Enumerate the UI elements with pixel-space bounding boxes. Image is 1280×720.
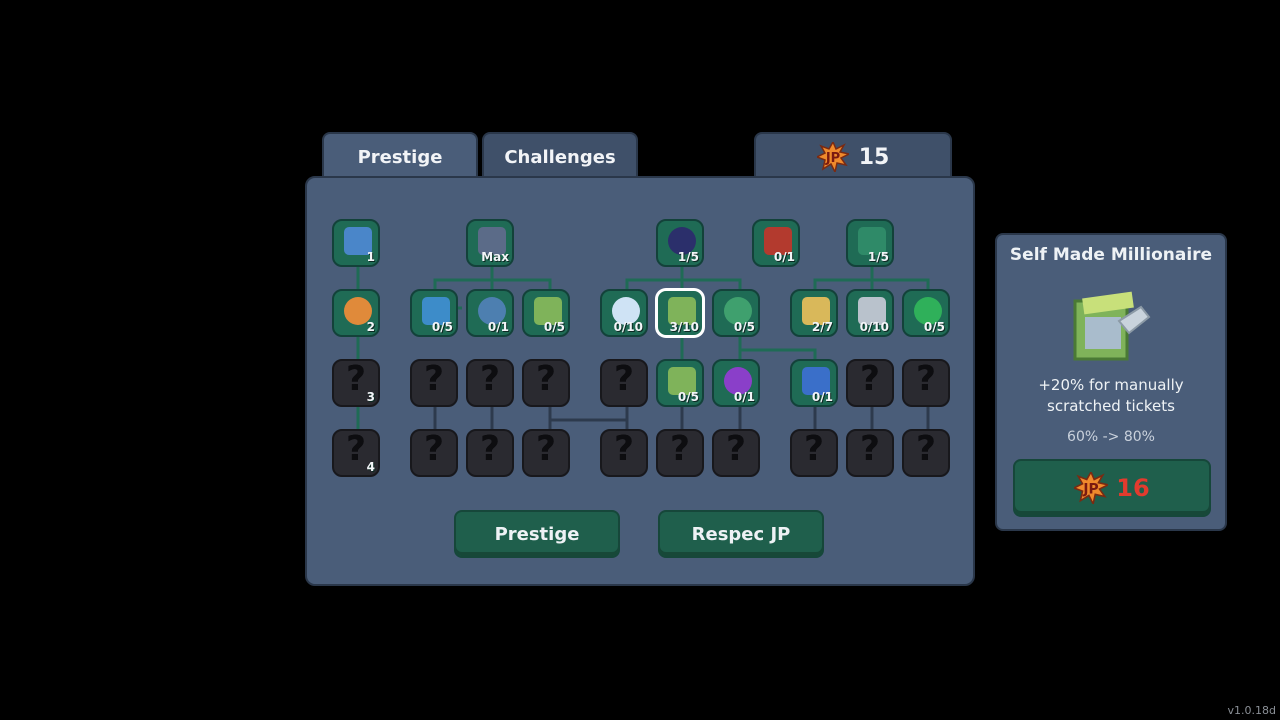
upgrade-node-clock-tier-2[interactable]: 2 [332,289,380,337]
question-mark-icon: ? [536,359,556,399]
tab-challenges[interactable]: Challenges [482,132,638,180]
locked-node[interactable]: ? [902,429,950,477]
upgrade-level: 2 [366,320,375,334]
upgrade-level: 0/5 [543,320,565,334]
question-mark-icon: ? [916,359,936,399]
question-mark-icon: ? [614,359,634,399]
locked-node[interactable]: ? [790,429,838,477]
upgrade-node-ticket-auto[interactable]: 0/5 [656,359,704,407]
jp-icon: JP [1074,472,1109,504]
upgrade-node-loot-bag[interactable]: 0/1 [790,359,838,407]
upgrade-node-shop[interactable]: 0/1 [752,219,800,267]
jp-icon: JP [816,142,849,172]
upgrade-level: 1 [366,250,375,264]
upgrade-node-moon[interactable]: 0/10 [600,289,648,337]
tab-prestige-label: Prestige [357,146,443,168]
version-label: v1.0.18d [1227,704,1276,717]
locked-node[interactable]: ? [600,429,648,477]
upgrade-node-jp-sparkle[interactable]: 1/5 [846,219,894,267]
upgrade-level: 4 [366,460,375,474]
upgrade-node-night-island[interactable]: 1/5 [656,219,704,267]
upgrade-level: 0/5 [733,320,755,334]
locked-node-tier-3[interactable]: ? 3 [332,359,380,407]
upgrade-node-globe[interactable]: 0/1 [466,289,514,337]
prestige-button-label: Prestige [494,523,580,545]
upgrade-node-ticket-tier-1[interactable]: 1 [332,219,380,267]
upgrade-level: 0/1 [811,390,833,404]
question-mark-icon: ? [726,429,746,469]
upgrade-description-line: +20% for manually [1038,376,1184,394]
locked-node[interactable]: ? [522,429,570,477]
locked-node[interactable]: ? [600,359,648,407]
question-mark-icon: ? [804,429,824,469]
question-mark-icon: ? [860,429,880,469]
respec-jp-button[interactable]: Respec JP [658,510,824,558]
upgrade-level: Max [481,250,509,264]
question-mark-icon: ? [480,429,500,469]
locked-node[interactable]: ? [846,429,894,477]
upgrade-description-line: scratched tickets [1047,397,1175,415]
upgrade-level: 0/5 [923,320,945,334]
locked-node-tier-4[interactable]: ? 4 [332,429,380,477]
scratch-ticket-icon [1073,291,1151,361]
upgrade-node-energy[interactable]: 0/5 [410,289,458,337]
upgrade-node-jackpot[interactable]: 2/7 [790,289,838,337]
upgrade-level: 0/1 [733,390,755,404]
question-mark-icon: ? [536,429,556,469]
upgrade-node-robot[interactable]: Max [466,219,514,267]
upgrade-level: 0/10 [613,320,643,334]
upgrade-value-change: 60% -> 80% [1067,429,1155,445]
upgrade-level: 0/5 [431,320,453,334]
locked-node[interactable]: ? [656,429,704,477]
respec-jp-button-label: Respec JP [691,523,791,545]
upgrade-node-ticket-win[interactable]: 0/5 [522,289,570,337]
question-mark-icon: ? [424,429,444,469]
upgrade-level: 0/1 [487,320,509,334]
upgrade-level: 0/5 [677,390,699,404]
prestige-button[interactable]: Prestige [454,510,620,558]
locked-node[interactable]: ? [466,429,514,477]
upgrade-level: 1/5 [867,250,889,264]
upgrade-node-question-coin[interactable]: 0/5 [712,289,760,337]
question-mark-icon: ? [860,359,880,399]
question-mark-icon: ? [480,359,500,399]
locked-node[interactable]: ? [902,359,950,407]
upgrade-level: 0/1 [773,250,795,264]
question-mark-icon: ? [916,429,936,469]
question-mark-icon: ? [670,429,690,469]
buy-upgrade-button[interactable]: JP 16 [1013,459,1211,517]
tab-challenges-label: Challenges [504,146,616,168]
upgrade-node-magic-star[interactable]: 0/1 [712,359,760,407]
locked-node[interactable]: ? [410,359,458,407]
locked-node[interactable]: ? [522,359,570,407]
upgrade-level: 3/10 [669,320,699,334]
svg-text:JP: JP [825,151,840,166]
upgrade-detail-panel: Self Made Millionaire +20% for manually … [995,233,1227,531]
locked-node[interactable]: ? [466,359,514,407]
question-mark-icon: ? [614,429,634,469]
upgrade-level: 0/10 [859,320,889,334]
upgrade-title: Self Made Millionaire [1009,245,1213,265]
upgrade-level: 3 [366,390,375,404]
upgrade-level: 2/7 [811,320,833,334]
locked-node[interactable]: ? [410,429,458,477]
upgrade-cost: 16 [1116,474,1150,502]
svg-text:JP: JP [1083,481,1099,497]
jp-currency-display: JP 15 [754,132,952,180]
upgrade-description: +20% for manually scratched tickets [997,375,1225,417]
locked-node[interactable]: ? [846,359,894,407]
upgrade-node-refresh[interactable]: 0/5 [902,289,950,337]
jp-amount: 15 [858,144,890,170]
locked-node[interactable]: ? [712,429,760,477]
upgrade-node-self-made-millionaire[interactable]: 3/10 [656,289,704,337]
upgrade-level: 1/5 [677,250,699,264]
question-mark-icon: ? [424,359,444,399]
tab-prestige[interactable]: Prestige [322,132,478,180]
upgrade-node-coins[interactable]: 0/10 [846,289,894,337]
